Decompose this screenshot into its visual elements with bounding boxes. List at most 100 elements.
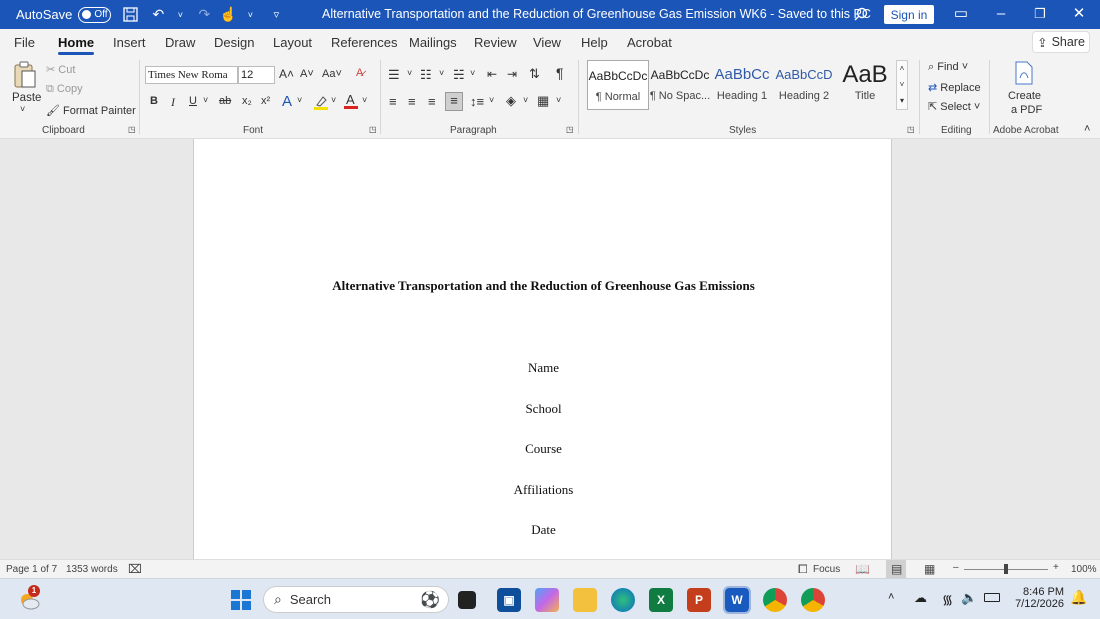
chrome-profile-c-icon[interactable] [801,588,825,612]
chevron-down-icon[interactable]: ˅ [556,95,561,105]
minimize-icon[interactable]: – [992,5,1010,23]
chevron-down-icon[interactable]: ˅ [203,95,208,105]
decrease-indent-icon[interactable]: ⇤ [487,67,497,81]
increase-indent-icon[interactable]: ⇥ [507,67,517,81]
highlight-icon[interactable] [313,94,329,110]
tab-layout[interactable]: Layout [273,35,312,50]
volume-icon[interactable]: 🔈 [961,590,977,606]
chevron-down-icon[interactable]: ˅ [239,4,261,26]
create-pdf-icon[interactable] [1013,61,1035,85]
style-title[interactable]: AaB Title [834,60,896,110]
zoom-thumb[interactable] [1004,564,1008,574]
tab-references[interactable]: References [331,35,397,50]
tab-help[interactable]: Help [581,35,608,50]
save-icon[interactable] [119,4,141,26]
search-icon[interactable] [850,3,872,25]
focus-icon[interactable]: ⧠ [798,562,808,577]
tab-draw[interactable]: Draw [165,35,195,50]
touch-mode-icon[interactable]: ☝ [217,4,239,26]
chevron-down-icon[interactable]: ˅ [439,68,444,78]
style-heading-2[interactable]: AaBbCcD Heading 2 [773,60,835,110]
tab-file[interactable]: File [14,35,35,50]
find-button[interactable]: ⌕ Find ˅ [928,61,968,74]
line-spacing-icon[interactable]: ↕≡ [470,94,484,109]
font-family-select[interactable]: Times New Roma [145,66,238,84]
sort-icon[interactable]: ⇅ [529,66,540,82]
document-page[interactable]: Alternative Transportation and the Reduc… [193,139,892,559]
name-line[interactable]: Name [194,360,893,376]
chevron-down-icon[interactable]: ˅ [20,104,25,114]
tab-home[interactable]: Home [58,35,95,55]
chevron-down-icon[interactable]: ˅ [297,95,302,105]
subscript-button[interactable]: x₂ [242,95,252,107]
autosave-toggle[interactable]: Off [78,6,112,23]
replace-button[interactable]: ⇄ Replace [928,81,981,94]
dialog-launcher-icon[interactable]: ◳ [907,125,915,134]
web-layout-icon[interactable]: ▦ [924,562,935,576]
underline-button[interactable]: U [189,95,197,107]
font-size-select[interactable]: 12 [238,66,275,84]
style-no-spacing[interactable]: AaBbCcDc ¶ No Spac... [649,60,711,110]
multilevel-list-icon[interactable]: ☵ [453,67,465,83]
text-effects-icon[interactable]: A [282,93,292,110]
chevron-up-icon[interactable]: ˄ [888,591,894,603]
chevron-down-icon[interactable]: ˅ [489,95,494,105]
align-left-icon[interactable]: ≡ [389,94,397,109]
word-count[interactable]: 1353 words [66,564,118,575]
document-heading[interactable]: Alternative Transportation and the Reduc… [194,278,893,294]
italic-button[interactable]: I [171,95,175,110]
tab-view[interactable]: View [533,35,561,50]
proofing-icon[interactable]: ⌧ [128,562,142,576]
school-line[interactable]: School [194,401,893,417]
show-marks-icon[interactable]: ¶ [556,65,564,81]
shading-icon[interactable]: ◈ [506,93,516,109]
windows-start-icon[interactable] [229,588,253,612]
tab-design[interactable]: Design [214,35,254,50]
justify-icon[interactable]: ≡ [445,92,463,111]
bullets-icon[interactable]: ☰ [388,67,400,83]
collapse-ribbon-icon[interactable]: ˄ [1084,123,1090,135]
date-line[interactable]: Date [194,522,893,538]
tab-mailings[interactable]: Mailings [409,35,457,50]
font-color-icon[interactable]: A [344,92,358,110]
dialog-launcher-icon[interactable]: ◳ [369,125,377,134]
course-line[interactable]: Course [194,441,893,457]
dialog-launcher-icon[interactable]: ◳ [128,125,136,134]
word-icon[interactable]: W [723,586,751,614]
chevron-down-icon[interactable]: ˅ [470,68,475,78]
store-icon[interactable]: ▣ [497,588,521,612]
align-right-icon[interactable]: ≡ [428,94,436,109]
chevron-down-icon[interactable]: ˅ [407,68,412,78]
clock[interactable]: 8:46 PM 7/12/2026 [1012,586,1064,610]
create-pdf-label[interactable]: Create [1008,90,1041,102]
cut-button[interactable]: ✂ Cut [46,63,75,76]
document-title[interactable]: Alternative Transportation and the Reduc… [322,7,871,21]
page-count[interactable]: Page 1 of 7 [6,564,57,575]
zoom-in-icon[interactable]: + [1053,562,1059,573]
excel-icon[interactable]: X [649,588,673,612]
paste-icon[interactable] [12,61,38,89]
create-pdf-label-2[interactable]: a PDF [1011,104,1042,116]
notifications-bell-icon[interactable]: 🔔 [1070,589,1087,606]
close-icon[interactable]: ✕ [1070,5,1088,23]
dialog-launcher-icon[interactable]: ◳ [566,125,574,134]
battery-icon[interactable] [984,593,1000,602]
zoom-out-icon[interactable]: – [953,562,959,573]
superscript-button[interactable]: x² [261,95,270,107]
undo-icon[interactable]: ↶ [147,4,169,26]
ribbon-display-icon[interactable]: ▭ [952,5,970,23]
select-button[interactable]: ⇱ Select ˅ [928,100,980,113]
document-canvas[interactable]: Alternative Transportation and the Reduc… [0,139,1100,559]
strikethrough-button[interactable]: ab [219,95,231,107]
share-button[interactable]: ⇪ Share [1032,31,1090,53]
sign-in-button[interactable]: Sign in [884,5,934,24]
taskbar-search[interactable]: ⌕ Search ⚽ [263,586,449,613]
onedrive-icon[interactable]: ☁ [914,590,927,606]
tab-review[interactable]: Review [474,35,517,50]
change-case-button[interactable]: Aa˅ [322,68,342,80]
redo-icon[interactable]: ↷ [193,4,215,26]
customize-toolbar-icon[interactable]: ▿ [265,4,287,26]
read-mode-icon[interactable]: 📖 [855,562,870,576]
copy-button[interactable]: ⧉ Copy [46,83,83,96]
maximize-icon[interactable]: ❐ [1031,5,1049,23]
